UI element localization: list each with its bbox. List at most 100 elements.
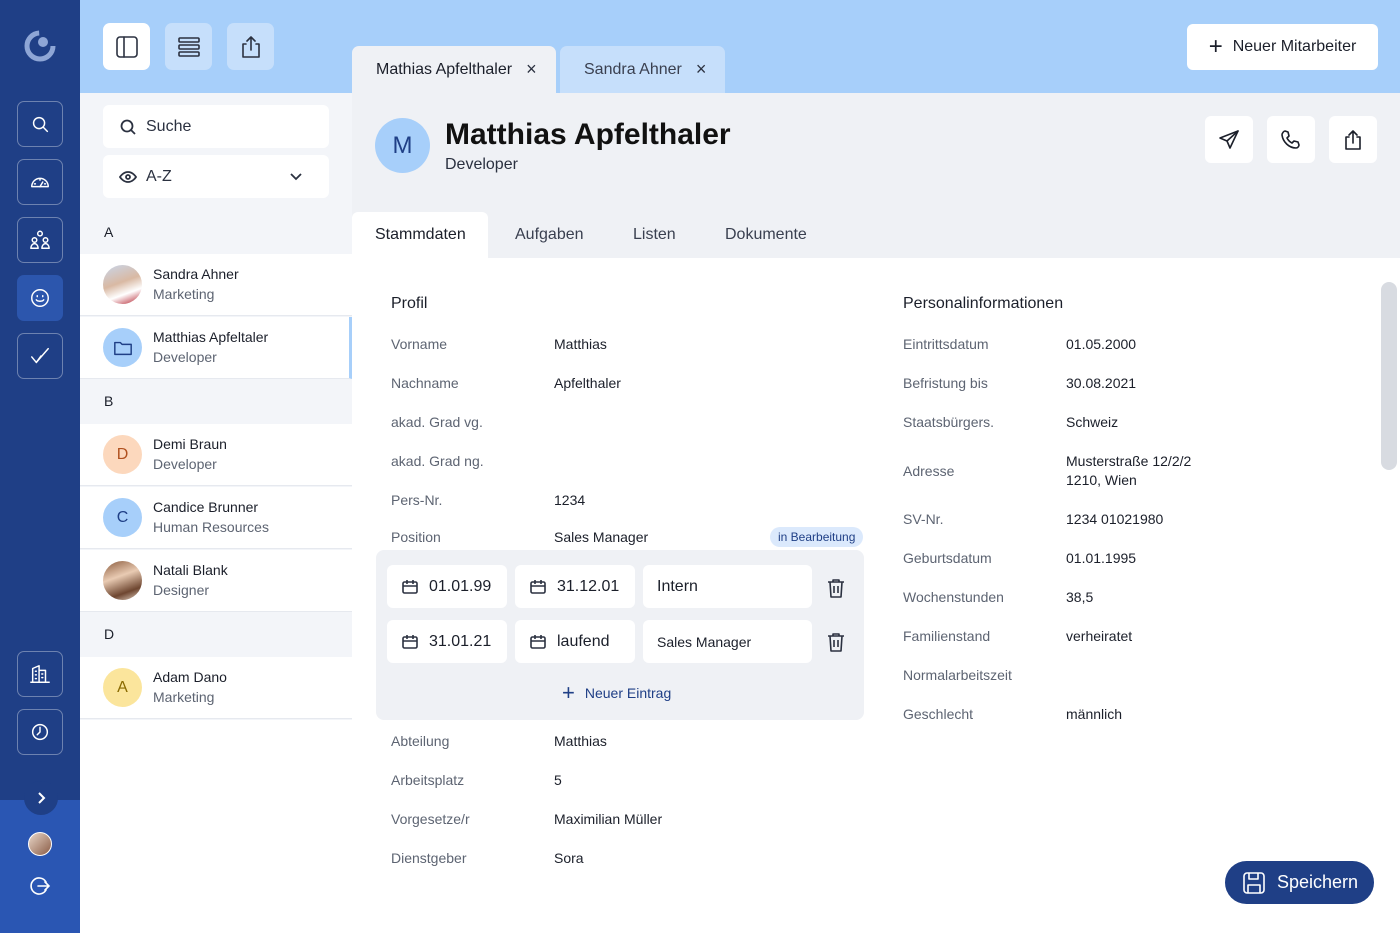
tab-sandra-ahner[interactable]: Sandra Ahner ×: [560, 46, 725, 93]
person-name: Matthias Apfeltaler: [153, 329, 269, 345]
date-from-value: 01.01.99: [429, 577, 492, 595]
chevron-down-icon: [290, 173, 302, 181]
list-item[interactable]: D Demi Braun Developer: [80, 424, 352, 486]
close-tab-icon[interactable]: ×: [696, 59, 707, 80]
avatar: C: [103, 498, 142, 537]
clock-icon: [31, 723, 49, 741]
field-label: Adresse: [903, 463, 955, 479]
save-button[interactable]: Speichern: [1225, 861, 1374, 904]
calendar-icon: [530, 579, 546, 594]
sidebar-layout-button[interactable]: [103, 23, 150, 70]
calendar-icon: [402, 579, 418, 594]
building-icon: [30, 665, 50, 683]
field-value[interactable]: verheiratet: [1066, 626, 1132, 646]
calendar-icon: [530, 634, 546, 649]
list-layout-icon: [177, 36, 200, 57]
field-label: Vorname: [391, 336, 448, 352]
checkmark-icon: [31, 347, 49, 364]
new-employee-button[interactable]: + Neuer Mitarbeiter: [1187, 24, 1378, 70]
export-button[interactable]: [227, 23, 274, 70]
nav-company-button[interactable]: [17, 651, 63, 697]
scrollbar-thumb[interactable]: [1381, 282, 1397, 470]
user-avatar[interactable]: [28, 832, 52, 856]
list-item[interactable]: A Adam Dano Marketing: [80, 657, 352, 719]
field-label: Pers-Nr.: [391, 492, 443, 508]
avatar: [103, 561, 142, 600]
nav-search-button[interactable]: [17, 101, 63, 147]
field-value-address-line2[interactable]: 1210, Wien: [1066, 470, 1137, 490]
nav-team-button[interactable]: [17, 217, 63, 263]
date-to-field[interactable]: 31.12.01: [515, 565, 635, 608]
field-value[interactable]: 38,5: [1066, 587, 1093, 607]
nav-employees-button[interactable]: [17, 275, 63, 321]
new-entry-button[interactable]: + Neuer Eintrag: [562, 682, 671, 704]
field-value[interactable]: Matthias: [554, 334, 607, 354]
sort-select[interactable]: A-Z: [103, 155, 329, 198]
sidebar-layout-icon: [115, 35, 138, 58]
section-title-profile: Profil: [391, 295, 428, 312]
group-letter: B: [104, 393, 114, 409]
field-value[interactable]: Sora: [554, 848, 584, 868]
field-value[interactable]: Apfelthaler: [554, 373, 621, 393]
tab-aufgaben[interactable]: Aufgaben: [515, 212, 584, 258]
field-value[interactable]: 30.08.2021: [1066, 373, 1136, 393]
delete-entry-button[interactable]: [825, 577, 847, 599]
field-label: Geburtsdatum: [903, 550, 992, 566]
send-message-button[interactable]: [1205, 116, 1253, 163]
new-entry-label: Neuer Eintrag: [584, 685, 672, 701]
tab-listen[interactable]: Listen: [633, 212, 676, 258]
list-item[interactable]: Sandra Ahner Marketing: [80, 254, 352, 316]
field-label: akad. Grad vg.: [391, 414, 483, 430]
search-input[interactable]: Suche: [103, 105, 329, 148]
list-item[interactable]: C Candice Brunner Human Resources: [80, 487, 352, 549]
tab-dokumente[interactable]: Dokumente: [725, 212, 807, 258]
calendar-icon: [402, 634, 418, 649]
person-role: Human Resources: [153, 519, 269, 535]
date-from-field[interactable]: 01.01.99: [387, 565, 507, 608]
list-item-selected[interactable]: Matthias Apfeltaler Developer: [80, 317, 352, 379]
chevron-right-icon: [38, 792, 46, 804]
date-to-value: 31.12.01: [557, 577, 620, 595]
logout-button[interactable]: [28, 874, 52, 898]
plus-icon: +: [562, 680, 575, 705]
save-icon: [1243, 871, 1265, 894]
field-value[interactable]: männlich: [1066, 704, 1122, 724]
detail-role: Developer: [445, 156, 518, 173]
date-from-field[interactable]: 31.01.21: [387, 620, 507, 663]
field-value[interactable]: Schweiz: [1066, 412, 1118, 432]
share-button[interactable]: [1329, 116, 1377, 163]
call-button[interactable]: [1267, 116, 1315, 163]
field-value[interactable]: Matthias: [554, 731, 607, 751]
field-value[interactable]: 1234 01021980: [1066, 509, 1163, 529]
field-value-address-line1[interactable]: Musterstraße 12/2/2: [1066, 451, 1191, 471]
field-value[interactable]: 1234: [554, 490, 585, 510]
field-value[interactable]: Maximilian Müller: [554, 809, 662, 829]
field-value[interactable]: 01.01.1995: [1066, 548, 1136, 568]
field-label: Abteilung: [391, 733, 450, 749]
tab-mathias-apfelthaler[interactable]: Mathias Apfelthaler ×: [352, 46, 556, 93]
nav-time-button[interactable]: [17, 709, 63, 755]
logout-icon: [30, 877, 51, 895]
trash-icon: [828, 579, 844, 598]
sort-value: A-Z: [146, 167, 172, 185]
expand-rail-button[interactable]: [24, 781, 58, 815]
person-role: Developer: [153, 456, 217, 472]
field-value[interactable]: 01.05.2000: [1066, 334, 1136, 354]
field-value[interactable]: 5: [554, 770, 562, 790]
tab-stammdaten[interactable]: Stammdaten: [352, 212, 488, 258]
dashboard-gauge-icon: [31, 177, 49, 188]
nav-tasks-button[interactable]: [17, 333, 63, 379]
field-value[interactable]: Sales Manager: [554, 527, 648, 547]
field-label: Geschlecht: [903, 706, 974, 722]
list-item[interactable]: Natali Blank Designer: [80, 550, 352, 612]
nav-dashboard-button[interactable]: [17, 159, 63, 205]
date-to-field[interactable]: laufend: [515, 620, 635, 663]
new-employee-label: Neuer Mitarbeiter: [1232, 38, 1357, 55]
section-title-personal: Personalinformationen: [903, 295, 1064, 312]
field-label: Eintrittsdatum: [903, 336, 989, 352]
position-type-field[interactable]: Intern: [643, 565, 812, 608]
delete-entry-button[interactable]: [825, 631, 847, 653]
position-type-field[interactable]: Sales Manager: [643, 620, 812, 663]
list-layout-button[interactable]: [165, 23, 212, 70]
close-tab-icon[interactable]: ×: [526, 59, 537, 80]
